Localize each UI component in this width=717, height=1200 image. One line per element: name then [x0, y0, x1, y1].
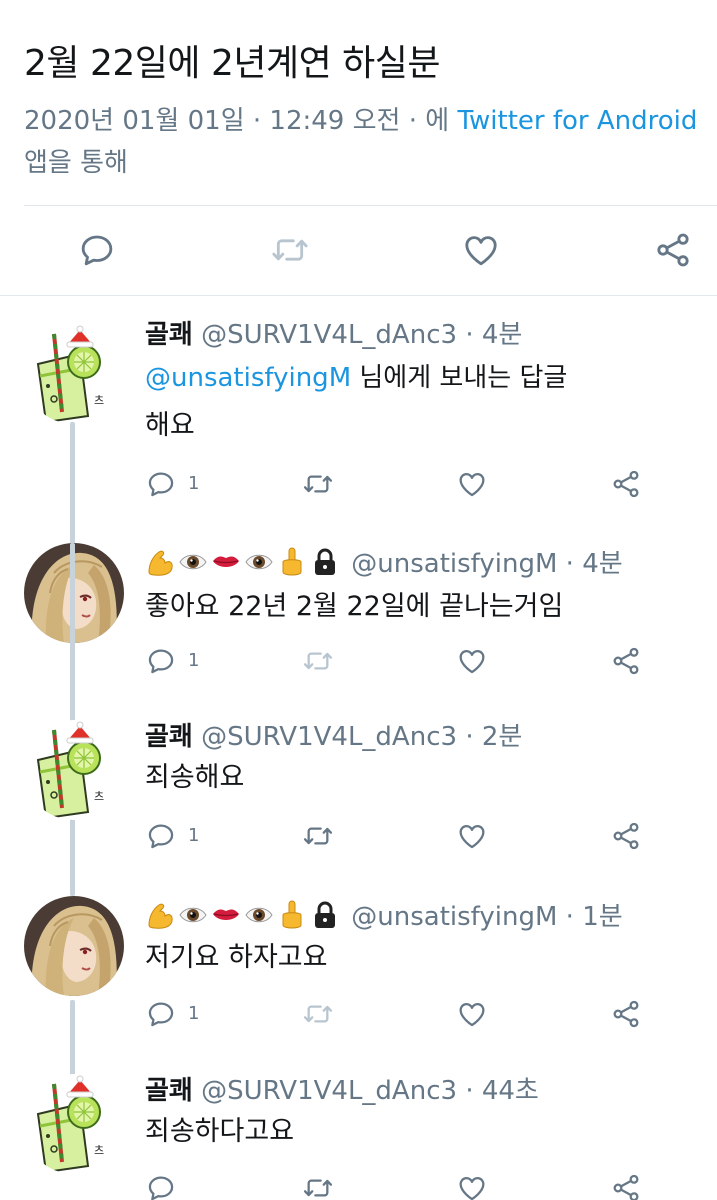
- user-handle[interactable]: @unsatisfyingM: [351, 549, 557, 579]
- middle-finger-emoji: [277, 546, 307, 578]
- retweet-icon[interactable]: [302, 998, 334, 1030]
- thread-connector-line: [70, 543, 75, 715]
- reply-text: 죄송하다고요: [145, 1116, 295, 1147]
- reply-action-bar: 1: [0, 466, 717, 506]
- share-icon[interactable]: [610, 998, 642, 1030]
- eye-emoji: [244, 899, 274, 931]
- heart-icon[interactable]: [456, 1172, 488, 1200]
- user-handle[interactable]: @SURV1V4L_dAnc3: [201, 1076, 457, 1106]
- user-handle[interactable]: @unsatisfyingM: [351, 902, 557, 932]
- reply-icon[interactable]: [145, 1172, 177, 1200]
- lock-icon: [310, 546, 340, 578]
- reply-header: 골쾌 @SURV1V4L_dAnc3 · 4분: [145, 320, 523, 350]
- retweet-icon[interactable]: [270, 230, 310, 270]
- retweet-icon[interactable]: [302, 1172, 334, 1200]
- tweet-source-suffix: 앱을 통해: [24, 148, 128, 178]
- display-name[interactable]: 골쾌: [145, 320, 193, 350]
- share-icon[interactable]: [653, 230, 693, 270]
- lock-icon: [310, 899, 340, 931]
- reply-text: 해요: [145, 410, 195, 441]
- reply-action-bar: 1: [0, 818, 717, 858]
- display-name[interactable]: 골쾌: [145, 1076, 193, 1106]
- heart-icon[interactable]: [461, 230, 501, 270]
- heart-icon[interactable]: [456, 998, 488, 1030]
- reply-count: 1: [188, 1003, 200, 1024]
- reply-header: @unsatisfyingM · 4분: [145, 543, 623, 585]
- flexed-biceps-emoji: [145, 546, 175, 578]
- eye-emoji: [244, 546, 274, 578]
- eye-emoji: [178, 546, 208, 578]
- reply-count: 1: [188, 825, 200, 846]
- share-icon[interactable]: [610, 645, 642, 677]
- reply-header: @unsatisfyingM · 1분: [145, 896, 623, 938]
- share-icon[interactable]: [610, 468, 642, 500]
- reply-action-bar: [0, 1170, 717, 1200]
- reply-header: 골쾌 @SURV1V4L_dAnc3 · 2분: [145, 722, 523, 752]
- share-icon[interactable]: [610, 1172, 642, 1200]
- retweet-icon[interactable]: [302, 820, 334, 852]
- reply-icon[interactable]: [145, 645, 177, 677]
- heart-icon[interactable]: [456, 468, 488, 500]
- reply-icon[interactable]: [145, 998, 177, 1030]
- middle-finger-emoji: [277, 899, 307, 931]
- heart-icon[interactable]: [456, 820, 488, 852]
- tweet-text: 2월 22일에 2년계연 하실분: [24, 43, 441, 84]
- retweet-icon[interactable]: [302, 468, 334, 500]
- timestamp: 4분: [481, 320, 523, 350]
- reply-icon[interactable]: [145, 820, 177, 852]
- eye-emoji: [178, 899, 208, 931]
- reply-count: 1: [188, 650, 200, 671]
- replying-to-suffix: 님에게 보내는 답글: [351, 363, 568, 393]
- lips-emoji: [211, 899, 241, 931]
- reply-action-bar: 1: [0, 643, 717, 683]
- avatar[interactable]: [24, 1074, 124, 1174]
- reply-action-bar: 1: [0, 996, 717, 1036]
- tweet-timestamp: 2020년 01월 01일 · 12:49 오전 · 에: [24, 106, 458, 136]
- reply-icon[interactable]: [77, 230, 117, 270]
- mention-link[interactable]: @unsatisfyingM: [145, 363, 351, 393]
- timestamp: 2분: [481, 722, 523, 752]
- retweet-icon[interactable]: [302, 645, 334, 677]
- timestamp: 4분: [582, 549, 623, 579]
- meta-divider: [24, 205, 717, 206]
- avatar[interactable]: [24, 896, 124, 996]
- timestamp: 44초: [481, 1076, 539, 1106]
- user-handle[interactable]: @SURV1V4L_dAnc3: [201, 320, 457, 350]
- tweet-source-link[interactable]: Twitter for Android: [457, 106, 697, 136]
- reply-count: 1: [188, 473, 200, 494]
- timestamp: 1분: [582, 902, 623, 932]
- heart-icon[interactable]: [456, 645, 488, 677]
- share-icon[interactable]: [610, 820, 642, 852]
- reply-icon[interactable]: [145, 468, 177, 500]
- reply-text: 저기요 하자고요: [145, 942, 328, 973]
- reply-text: 죄송해요: [145, 762, 245, 793]
- reply-header: 골쾌 @SURV1V4L_dAnc3 · 44초: [145, 1076, 539, 1106]
- replying-to: @unsatisfyingM 님에게 보내는 답글: [145, 358, 567, 398]
- user-handle[interactable]: @SURV1V4L_dAnc3: [201, 722, 457, 752]
- tweet-action-bar: [0, 222, 717, 278]
- avatar[interactable]: [24, 720, 124, 820]
- thread-divider: [0, 295, 717, 296]
- avatar[interactable]: [24, 324, 124, 424]
- flexed-biceps-emoji: [145, 899, 175, 931]
- lips-emoji: [211, 546, 241, 578]
- tweet-detail-page: 2월 22일에 2년계연 하실분 2020년 01월 01일 · 12:49 오…: [0, 0, 717, 1200]
- tweet-meta: 2020년 01월 01일 · 12:49 오전 · 에 Twitter for…: [24, 100, 714, 184]
- reply-text: 좋아요 22년 2월 22일에 끝나는거임: [145, 591, 564, 622]
- display-name[interactable]: 골쾌: [145, 722, 193, 752]
